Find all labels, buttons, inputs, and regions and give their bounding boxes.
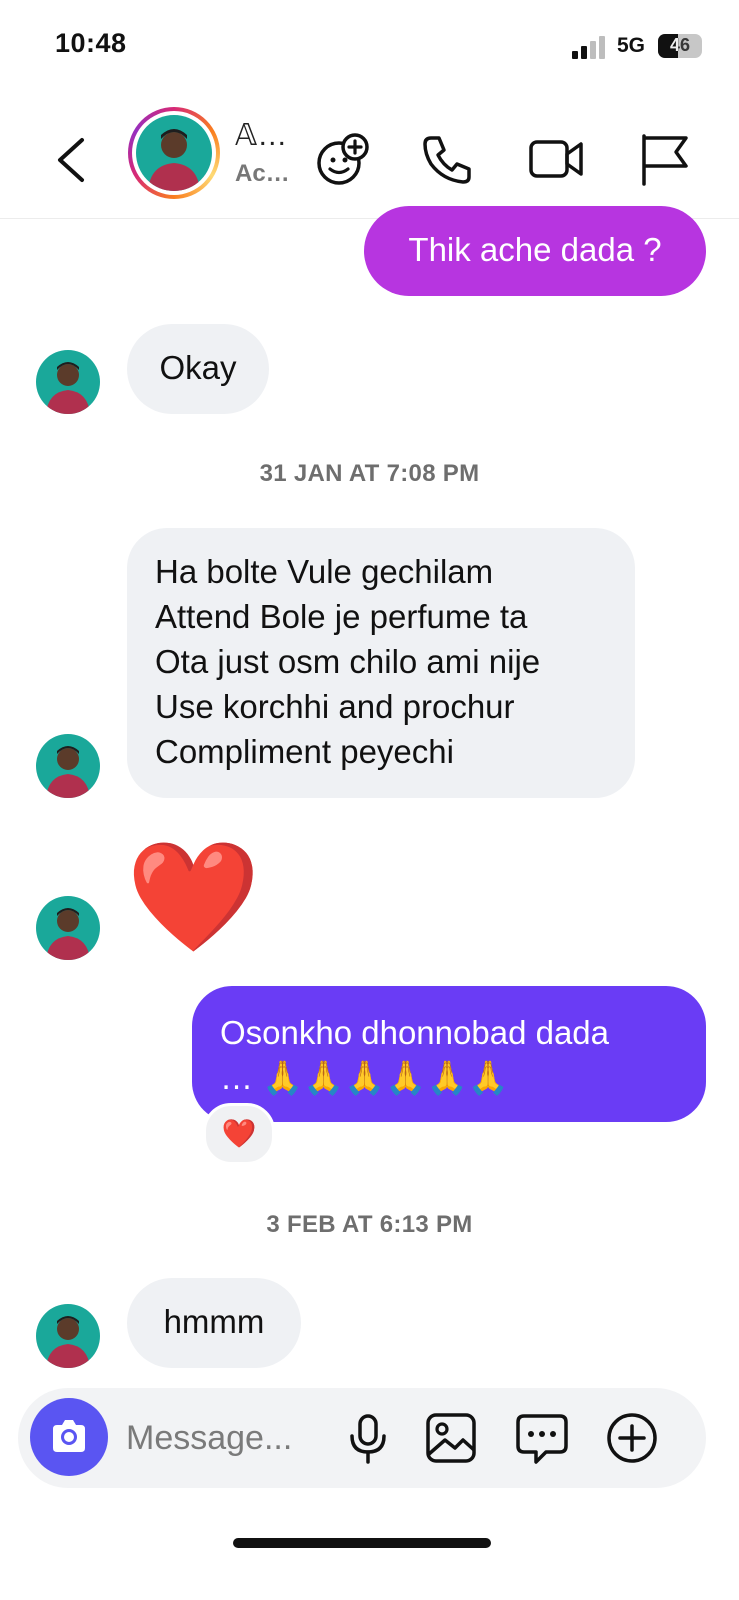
back-chevron-icon[interactable] <box>52 134 92 186</box>
microphone-icon[interactable] <box>340 1410 396 1466</box>
message-line: Compliment peyechi <box>155 733 454 770</box>
message-line: Attend Bole je perfume ta <box>155 598 528 635</box>
received-message[interactable]: hmmm <box>127 1278 301 1368</box>
camera-icon <box>53 1420 85 1452</box>
message-input[interactable] <box>126 1412 336 1464</box>
plus-icon[interactable] <box>604 1410 660 1466</box>
message-line: Osonkho dhonnobad dada <box>220 1014 610 1051</box>
contact-avatar-small[interactable] <box>36 1304 100 1368</box>
date-separator: 3 FEB AT 6:13 PM <box>266 1211 473 1238</box>
add-effects-icon[interactable] <box>313 130 371 188</box>
phone-icon[interactable] <box>419 130 477 188</box>
gallery-icon[interactable] <box>423 1410 479 1466</box>
contact-name[interactable]: 𝔸… <box>235 118 287 153</box>
contact-avatar-small[interactable] <box>36 896 100 960</box>
home-indicator[interactable] <box>233 1538 491 1548</box>
date-separator: 31 JAN AT 7:08 PM <box>259 460 480 487</box>
video-camera-icon[interactable] <box>527 130 585 188</box>
sent-message[interactable]: Thik ache dada ? <box>364 206 706 296</box>
cellular-signal-icon <box>572 36 605 59</box>
received-message[interactable]: Okay <box>127 324 269 414</box>
received-message[interactable]: Ha bolte Vule gechilam Attend Bole je pe… <box>127 528 635 798</box>
reaction-heart: ❤️ <box>221 1118 257 1149</box>
contact-avatar-small[interactable] <box>36 350 100 414</box>
sticker-chat-icon[interactable] <box>514 1410 570 1466</box>
sent-message[interactable]: Osonkho dhonnobad dada … 🙏🙏🙏🙏🙏🙏 <box>192 986 706 1122</box>
battery-icon: 46 <box>658 34 702 58</box>
contact-status: Ac… <box>235 160 290 187</box>
heart-emoji-message[interactable]: ❤️ <box>126 832 260 962</box>
camera-button[interactable] <box>30 1398 108 1476</box>
message-line: Ha bolte Vule gechilam <box>155 553 494 590</box>
message-reaction[interactable]: ❤️ <box>203 1103 275 1165</box>
battery-level: 46 <box>669 35 691 55</box>
message-line: … 🙏🙏🙏🙏🙏🙏 <box>220 1059 509 1096</box>
network-type: 5G <box>617 34 646 57</box>
status-time: 10:48 <box>55 28 127 58</box>
message-line: Use korchhi and prochur <box>155 688 515 725</box>
message-composer <box>18 1388 706 1488</box>
message-line: Ota just osm chilo ami nije <box>155 643 541 680</box>
chat-header: 𝔸… Ac… <box>0 100 739 219</box>
contact-avatar[interactable] <box>128 107 220 199</box>
flag-icon[interactable] <box>636 130 694 188</box>
contact-avatar-small[interactable] <box>36 734 100 798</box>
